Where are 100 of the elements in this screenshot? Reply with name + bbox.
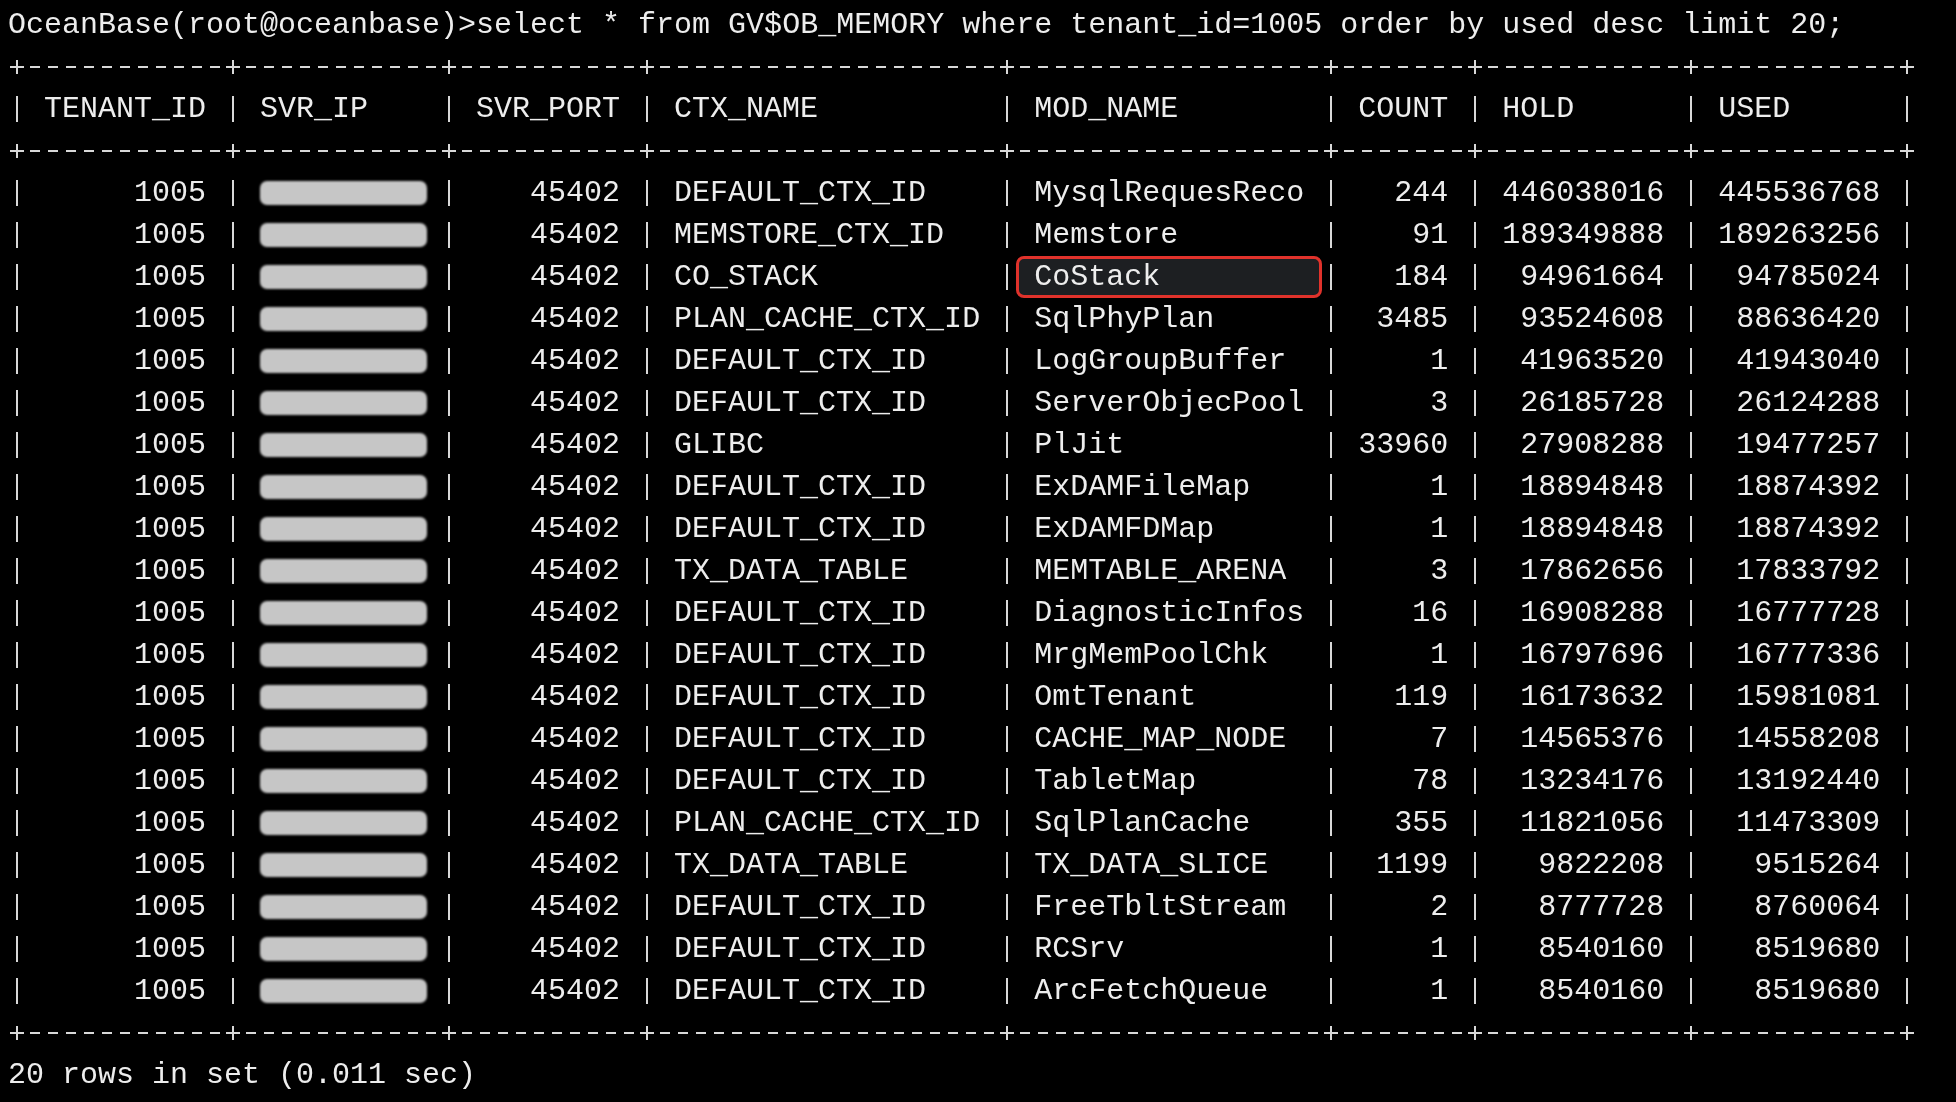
table-cell-text: 1 — [1429, 511, 1450, 548]
table-cell-text: ArcFetchQueue — [1033, 973, 1270, 1010]
table-cell-text: 11821056 — [1519, 805, 1666, 842]
table-cell-text: 8777728 — [1537, 889, 1666, 926]
table-cell-text: 45402 — [529, 973, 622, 1010]
table-cell-text: DEFAULT_CTX_ID — [673, 175, 928, 212]
table-cell-text: 3 — [1429, 553, 1450, 590]
table-cell-text: 1005 — [133, 679, 208, 716]
table-cell-text: 45402 — [529, 385, 622, 422]
table-cell-text: 45402 — [529, 679, 622, 716]
table-cell-text: DEFAULT_CTX_ID — [673, 469, 928, 506]
table-cell-text: 1005 — [133, 595, 208, 632]
table-cell-text: 1 — [1429, 469, 1450, 506]
table-cell-text: 14565376 — [1519, 721, 1666, 758]
table-cell-text: SqlPhyPlan — [1033, 301, 1216, 338]
table-cell-text: 1005 — [133, 175, 208, 212]
table-cell-text: 16173632 — [1519, 679, 1666, 716]
table-cell-text: 45402 — [529, 595, 622, 632]
table-cell-text: 8519680 — [1753, 973, 1882, 1010]
table-cell-text: 16 — [1411, 595, 1450, 632]
table-cell-text: 184 — [1393, 259, 1450, 296]
table-cell-text: 45402 — [529, 847, 622, 884]
table-cell-text: 1005 — [133, 385, 208, 422]
table-cell-text: GLIBC — [673, 427, 766, 464]
table-cell-text: PLAN_CACHE_CTX_ID — [673, 805, 982, 842]
table-cell-text: 41963520 — [1519, 343, 1666, 380]
table-cell-text: 3485 — [1375, 301, 1450, 338]
table-cell-text: 18874392 — [1735, 469, 1882, 506]
table-cell-text: 45402 — [529, 175, 622, 212]
table-cell-text: 45402 — [529, 721, 622, 758]
table-cell-text: 1 — [1429, 973, 1450, 1010]
table-cell-text: 41943040 — [1735, 343, 1882, 380]
table-cell-text: 45402 — [529, 889, 622, 926]
table-cell-text: 45402 — [529, 553, 622, 590]
column-header: HOLD — [1501, 91, 1576, 128]
table-cell-text: DEFAULT_CTX_ID — [673, 343, 928, 380]
table-cell-text: 94961664 — [1519, 259, 1666, 296]
table-cell-text: 13192440 — [1735, 763, 1882, 800]
table-cell-text: DEFAULT_CTX_ID — [673, 637, 928, 674]
table-cell-text: 1005 — [133, 973, 208, 1010]
table-cell-text: 1005 — [133, 847, 208, 884]
table-cell-text: MrgMemPoolChk — [1033, 637, 1270, 674]
table-cell-text: 1005 — [133, 217, 208, 254]
table-cell-text: 8760064 — [1753, 889, 1882, 926]
table-cell-text: CO_STACK — [673, 259, 820, 296]
table-cell-text: MEMSTORE_CTX_ID — [673, 217, 946, 254]
table-cell-text: 445536768 — [1717, 175, 1882, 212]
table-cell-text: DEFAULT_CTX_ID — [673, 385, 928, 422]
table-cell-text: 45402 — [529, 637, 622, 674]
table-cell-text: 94785024 — [1735, 259, 1882, 296]
table-cell-text: 7 — [1429, 721, 1450, 758]
table-cell-text: 16777728 — [1735, 595, 1882, 632]
table-cell-text: 1005 — [133, 763, 208, 800]
table-cell-text: 1005 — [133, 889, 208, 926]
table-cell-text: 16908288 — [1519, 595, 1666, 632]
table-cell-text: 33960 — [1357, 427, 1450, 464]
table-cell-text: ExDAMFDMap — [1033, 511, 1216, 548]
table-cell-text: TX_DATA_SLICE — [1033, 847, 1270, 884]
command-line: OceanBase(root@oceanbase)>select * from GV$OB_MEMORY where tenant_id=1005 order by used desc limit 20; — [8, 7, 1845, 44]
table-cell-text: 1005 — [133, 805, 208, 842]
table-cell-text: 93524608 — [1519, 301, 1666, 338]
table-cell-text: 26185728 — [1519, 385, 1666, 422]
table-cell-text: 1005 — [133, 301, 208, 338]
column-header: MOD_NAME — [1033, 91, 1180, 128]
table-cell-text: 119 — [1393, 679, 1450, 716]
table-cell-text: 26124288 — [1735, 385, 1882, 422]
table-cell-text: DiagnosticInfos — [1033, 595, 1306, 632]
column-header: COUNT — [1357, 91, 1450, 128]
table-cell-text: 1 — [1429, 637, 1450, 674]
table-cell-text: 45402 — [529, 931, 622, 968]
table-cell-text: 8519680 — [1753, 931, 1882, 968]
table-cell-text: 1 — [1429, 931, 1450, 968]
table-cell-text: 244 — [1393, 175, 1450, 212]
table-cell-text: 446038016 — [1501, 175, 1666, 212]
table-cell-text: 16777336 — [1735, 637, 1882, 674]
table-cell-text: 9822208 — [1537, 847, 1666, 884]
table-cell-text: 1005 — [133, 427, 208, 464]
table-cell-text: MysqlRequesReco — [1033, 175, 1306, 212]
table-cell-text: 3 — [1429, 385, 1450, 422]
table-cell-text: PLAN_CACHE_CTX_ID — [673, 301, 982, 338]
table-cell-text: 1199 — [1375, 847, 1450, 884]
table-cell-text: ExDAMFileMap — [1033, 469, 1252, 506]
table-cell-text: 18894848 — [1519, 469, 1666, 506]
table-cell-text: 18894848 — [1519, 511, 1666, 548]
table-cell-text: 1005 — [133, 553, 208, 590]
table-cell-text: 1005 — [133, 931, 208, 968]
table-cell-text: DEFAULT_CTX_ID — [673, 973, 928, 1010]
table-cell-text: 11473309 — [1735, 805, 1882, 842]
table-cell-text: 9515264 — [1753, 847, 1882, 884]
table-cell-text: 1 — [1429, 343, 1450, 380]
column-header: TENANT_ID — [43, 91, 208, 128]
column-header: CTX_NAME — [673, 91, 820, 128]
table-cell-text: 78 — [1411, 763, 1450, 800]
table-cell-text: 91 — [1411, 217, 1450, 254]
table-cell-text: DEFAULT_CTX_ID — [673, 721, 928, 758]
table-cell-text: 45402 — [529, 469, 622, 506]
table-cell-text: 13234176 — [1519, 763, 1666, 800]
table-cell-text: 17833792 — [1735, 553, 1882, 590]
table-cell-text: LogGroupBuffer — [1033, 343, 1288, 380]
table-cell: CoStack — [1016, 256, 1323, 298]
